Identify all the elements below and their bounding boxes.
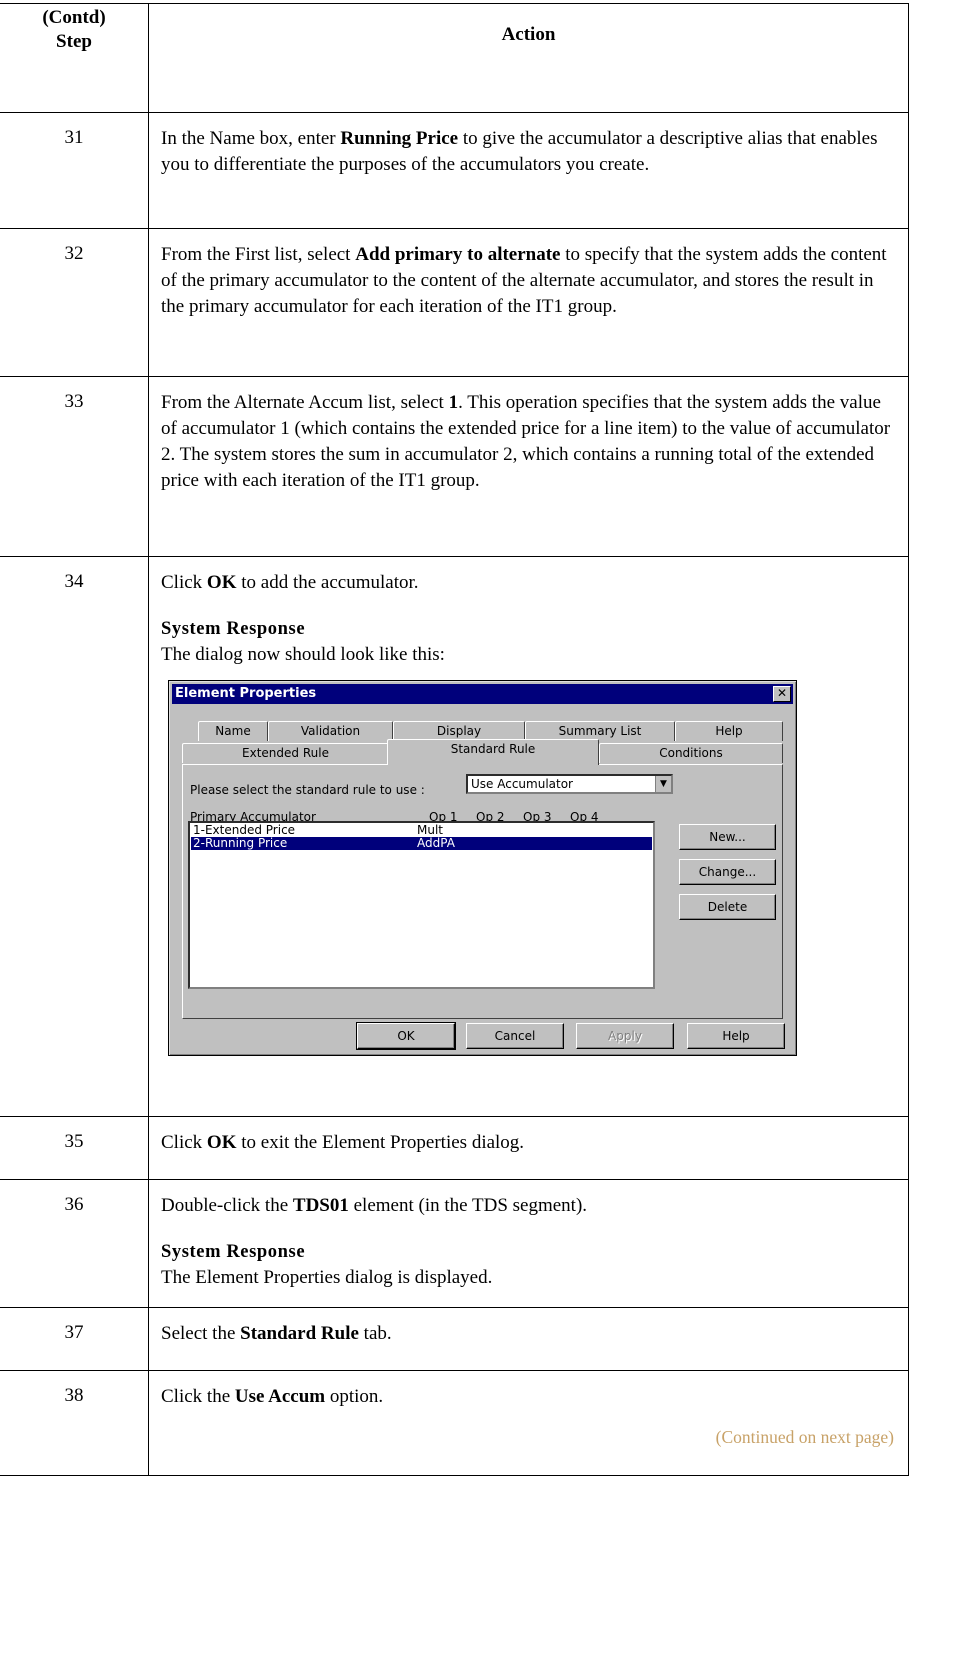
chevron-down-icon[interactable]: ▼ (655, 776, 671, 792)
step-header-line2: Step (56, 31, 92, 52)
system-response-text: The Element Properties dialog is display… (161, 1267, 493, 1288)
action-keyword: TDS01 (292, 1195, 349, 1216)
element-properties-dialog: Element Properties ✕ Name Validation Dis… (168, 680, 797, 1056)
step-number: 31 (0, 112, 149, 229)
table-row: 34 Click OK to add the accumulator. Syst… (0, 556, 909, 1117)
action-text: to add the accumulator. (236, 572, 419, 593)
table-row: 32 From the First list, select Add prima… (0, 228, 909, 377)
system-response-title: System Response (161, 619, 306, 639)
accumulator-name: 2-Running Price (193, 836, 288, 850)
step-number: 38 (0, 1370, 149, 1476)
action-text: Click (161, 572, 207, 593)
step-action: Click the Use Accum option. (Continued o… (148, 1370, 909, 1476)
action-text: Double-click the (161, 1195, 293, 1216)
step-action: Click OK to exit the Element Properties … (148, 1116, 909, 1180)
step-header-line1: (Contd) (42, 7, 106, 28)
step-number: 32 (0, 228, 149, 377)
tab-name[interactable]: Name (198, 721, 268, 741)
tab-display[interactable]: Display (393, 721, 525, 741)
step-number: 37 (0, 1307, 149, 1371)
change-button[interactable]: Change... (679, 859, 776, 885)
dialog-title: Element Properties (175, 686, 317, 701)
action-text: Select the (161, 1323, 241, 1344)
procedure-table: (Contd) Step Action 31 In the Name box, … (0, 3, 909, 1476)
action-text: tab. (358, 1323, 392, 1344)
table-row: 37 Select the Standard Rule tab. (0, 1307, 909, 1371)
standard-rule-value: Use Accumulator (471, 777, 573, 791)
step-action: From the Alternate Accum list, select 1.… (148, 376, 909, 557)
tab-standard-rule[interactable]: Standard Rule (387, 739, 599, 765)
standard-rule-dropdown[interactable]: Use Accumulator ▼ (466, 774, 673, 794)
action-text: option. (325, 1386, 384, 1407)
tab-extended-rule[interactable]: Extended Rule (182, 743, 389, 763)
action-text: Click the (161, 1386, 235, 1407)
table-row: 31 In the Name box, enter Running Price … (0, 112, 909, 229)
ok-button[interactable]: OK (356, 1022, 456, 1050)
apply-button: Apply (576, 1023, 674, 1049)
action-text: From the First list, select (161, 244, 356, 265)
action-keyword: Standard Rule (240, 1323, 359, 1344)
step-action: Select the Standard Rule tab. (148, 1307, 909, 1371)
action-column-header: Action (148, 3, 909, 113)
list-item-selected[interactable]: 2-Running Price AddPA (191, 837, 652, 850)
step-number: 33 (0, 376, 149, 557)
step-number: 36 (0, 1179, 149, 1308)
continued-note: (Continued on next page) (715, 1427, 894, 1447)
action-keyword: OK (206, 1132, 237, 1153)
step-action: Double-click the TDS01 element (in the T… (148, 1179, 909, 1308)
rule-select-label: Please select the standard rule to use : (190, 783, 425, 797)
accumulator-list[interactable]: 1-Extended Price Mult 2-Running Price Ad… (188, 821, 655, 989)
tab-validation[interactable]: Validation (268, 721, 393, 741)
action-keyword: 1 (448, 392, 459, 413)
new-button[interactable]: New... (679, 824, 776, 850)
action-text: to exit the Element Properties dialog. (236, 1132, 525, 1153)
cancel-button[interactable]: Cancel (466, 1023, 564, 1049)
delete-button[interactable]: Delete (679, 894, 776, 920)
accumulator-op: AddPA (417, 836, 455, 850)
action-text: Click (161, 1132, 207, 1153)
action-keyword: Running Price (340, 128, 459, 149)
action-keyword: Add primary to alternate (355, 244, 561, 265)
table-row: 33 From the Alternate Accum list, select… (0, 376, 909, 557)
action-keyword: OK (206, 572, 237, 593)
step-action: Click OK to add the accumulator. System … (148, 556, 909, 1117)
action-text: In the Name box, enter (161, 128, 341, 149)
step-column-header: (Contd) Step (0, 3, 149, 113)
action-text: From the Alternate Accum list, select (161, 392, 449, 413)
table-row: 36 Double-click the TDS01 element (in th… (0, 1179, 909, 1308)
tab-summary-list[interactable]: Summary List (525, 721, 675, 741)
system-response-text: The dialog now should look like this: (161, 644, 445, 665)
action-keyword: Use Accum (234, 1386, 326, 1407)
action-text: element (in the TDS segment). (348, 1195, 588, 1216)
step-action: In the Name box, enter Running Price to … (148, 112, 909, 229)
dialog-titlebar: Element Properties ✕ (172, 684, 793, 704)
system-response-title: System Response (161, 1242, 306, 1262)
step-number: 34 (0, 556, 149, 1117)
table-row: 38 Click the Use Accum option. (Continue… (0, 1370, 909, 1476)
tab-help[interactable]: Help (675, 721, 783, 741)
table-row: 35 Click OK to exit the Element Properti… (0, 1116, 909, 1180)
step-number: 35 (0, 1116, 149, 1180)
tab-conditions[interactable]: Conditions (599, 743, 783, 763)
close-icon[interactable]: ✕ (773, 686, 791, 702)
step-action: From the First list, select Add primary … (148, 228, 909, 377)
help-button[interactable]: Help (687, 1023, 785, 1049)
table-header: (Contd) Step Action (0, 3, 909, 113)
